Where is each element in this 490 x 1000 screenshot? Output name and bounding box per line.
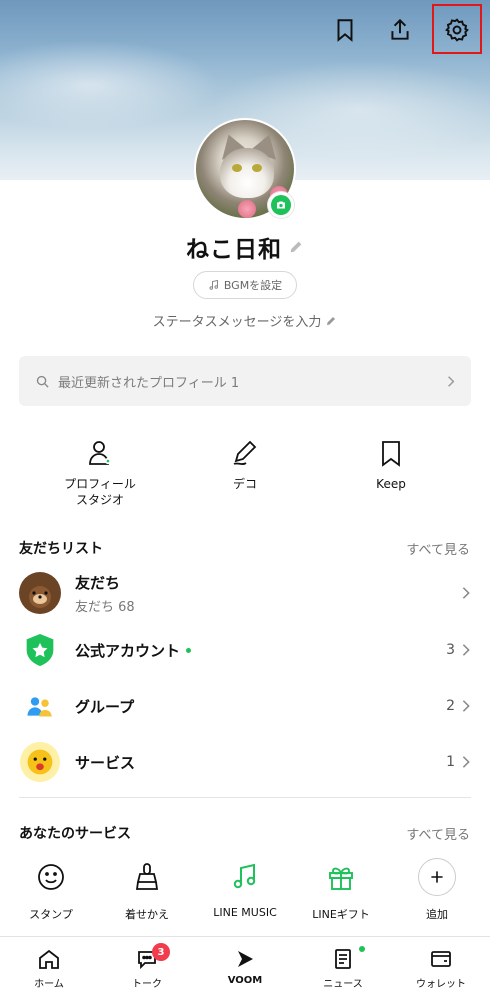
recent-profiles-bar[interactable]: 最近更新されたプロフィール 1 xyxy=(19,356,471,406)
recent-profiles-label: 最近更新されたプロフィール 1 xyxy=(58,375,240,391)
plus-icon xyxy=(418,858,456,896)
wallet-icon xyxy=(431,951,451,967)
services-row[interactable]: サービス 1 xyxy=(19,738,471,786)
news-icon xyxy=(335,949,351,969)
music-note-icon xyxy=(209,279,218,290)
official-shield-icon xyxy=(19,629,61,671)
edit-pencil-icon[interactable] xyxy=(288,239,304,255)
service-item-stamp[interactable]: スタンプ xyxy=(11,858,91,922)
news-indicator-dot xyxy=(359,946,365,952)
shortcut-profile-studio[interactable]: プロフィール スタジオ xyxy=(60,438,140,508)
tab-label: ニュース xyxy=(323,979,363,990)
smiley-icon xyxy=(32,858,70,896)
service-label: 追加 xyxy=(426,908,448,921)
tab-wallet[interactable]: ウォレット xyxy=(392,937,490,1000)
status-message-row[interactable]: ステータスメッセージを入力 xyxy=(0,311,490,330)
shortcut-deco[interactable]: デコ xyxy=(215,438,275,492)
bookmark-icon[interactable] xyxy=(327,12,363,48)
tab-label: トーク xyxy=(132,979,162,990)
pen-icon xyxy=(233,440,257,466)
cat-face xyxy=(220,148,274,198)
chevron-right-icon xyxy=(448,375,455,387)
cat-eye-left xyxy=(232,164,242,172)
search-icon xyxy=(36,375,49,388)
friends-count: 友だち 68 xyxy=(75,599,135,615)
chevron-right-icon xyxy=(462,700,470,712)
tab-talk[interactable]: 3 トーク xyxy=(98,937,196,1000)
shortcut-label: プロフィール スタジオ xyxy=(64,477,136,507)
tab-label: VOOM xyxy=(227,975,263,986)
bottom-tab-bar: ホーム 3 トーク VOOM ニュース ウォレット xyxy=(0,936,490,1000)
tab-label: ウォレット xyxy=(416,979,466,990)
camera-icon[interactable] xyxy=(268,192,294,218)
cat-eye-right xyxy=(252,164,262,172)
groups-title: グループ xyxy=(75,697,135,716)
shortcut-keep[interactable]: Keep xyxy=(361,438,421,492)
voom-play-icon xyxy=(238,951,253,967)
gift-icon xyxy=(322,858,360,896)
chevron-right-icon xyxy=(462,756,470,768)
chevron-right-icon xyxy=(462,644,470,656)
official-accounts-title: 公式アカウント xyxy=(75,641,181,660)
unread-badge: 3 xyxy=(152,943,170,961)
official-accounts-row[interactable]: 公式アカウント 3 xyxy=(19,626,471,674)
profile-name: ねこ日和 xyxy=(186,237,282,263)
tab-voom[interactable]: VOOM xyxy=(196,937,294,1000)
service-item-add[interactable]: 追加 xyxy=(397,858,477,922)
bgm-button[interactable]: BGMを設定 xyxy=(193,271,297,299)
service-item-line-gift[interactable]: LINEギフト xyxy=(301,858,381,922)
home-icon xyxy=(39,949,59,969)
music-note-icon xyxy=(226,858,264,896)
tab-home[interactable]: ホーム xyxy=(0,937,98,1000)
status-message-placeholder: ステータスメッセージを入力 xyxy=(152,315,322,330)
shortcut-label: デコ xyxy=(232,477,257,491)
tab-label: ホーム xyxy=(34,979,64,990)
bookmark-icon xyxy=(382,441,400,467)
service-item-theme[interactable]: 着せかえ xyxy=(107,858,187,922)
brush-icon xyxy=(128,858,166,896)
friends-section-title: 友だちリスト xyxy=(19,541,103,557)
settings-highlight-box xyxy=(432,4,482,54)
section-divider xyxy=(19,797,471,798)
services-title: サービス xyxy=(75,753,136,772)
share-upload-icon[interactable] xyxy=(382,12,418,48)
shortcut-label: Keep xyxy=(376,477,406,491)
service-face-icon xyxy=(19,741,61,783)
service-item-line-music[interactable]: LINE MUSIC xyxy=(205,858,285,919)
chevron-right-icon xyxy=(462,587,470,599)
group-icon xyxy=(19,685,61,727)
edit-pencil-icon xyxy=(327,316,336,325)
friends-row-title: 友だち xyxy=(75,573,121,592)
new-indicator-dot xyxy=(186,647,192,653)
friends-see-all-link[interactable]: すべて見る xyxy=(406,539,470,558)
profile-name-row[interactable]: ねこ日和 xyxy=(0,230,490,264)
profile-studio-icon xyxy=(89,441,112,465)
service-label: LINEギフト xyxy=(312,908,370,921)
service-label: LINE MUSIC xyxy=(213,906,277,919)
service-label: スタンプ xyxy=(29,908,73,921)
services-count: 1 xyxy=(446,754,455,770)
services-see-all-link[interactable]: すべて見る xyxy=(406,824,470,843)
official-accounts-count: 3 xyxy=(446,642,455,658)
tab-news[interactable]: ニュース xyxy=(294,937,392,1000)
service-label: 着せかえ xyxy=(125,908,169,921)
groups-count: 2 xyxy=(446,698,455,714)
flower-decoration xyxy=(238,200,256,218)
your-services-title: あなたのサービス xyxy=(19,826,131,842)
friends-row[interactable]: 友だち 友だち 68 xyxy=(19,569,471,617)
bgm-label: BGMを設定 xyxy=(223,279,283,292)
bear-avatar-icon xyxy=(19,572,61,614)
groups-row[interactable]: グループ 2 xyxy=(19,682,471,730)
